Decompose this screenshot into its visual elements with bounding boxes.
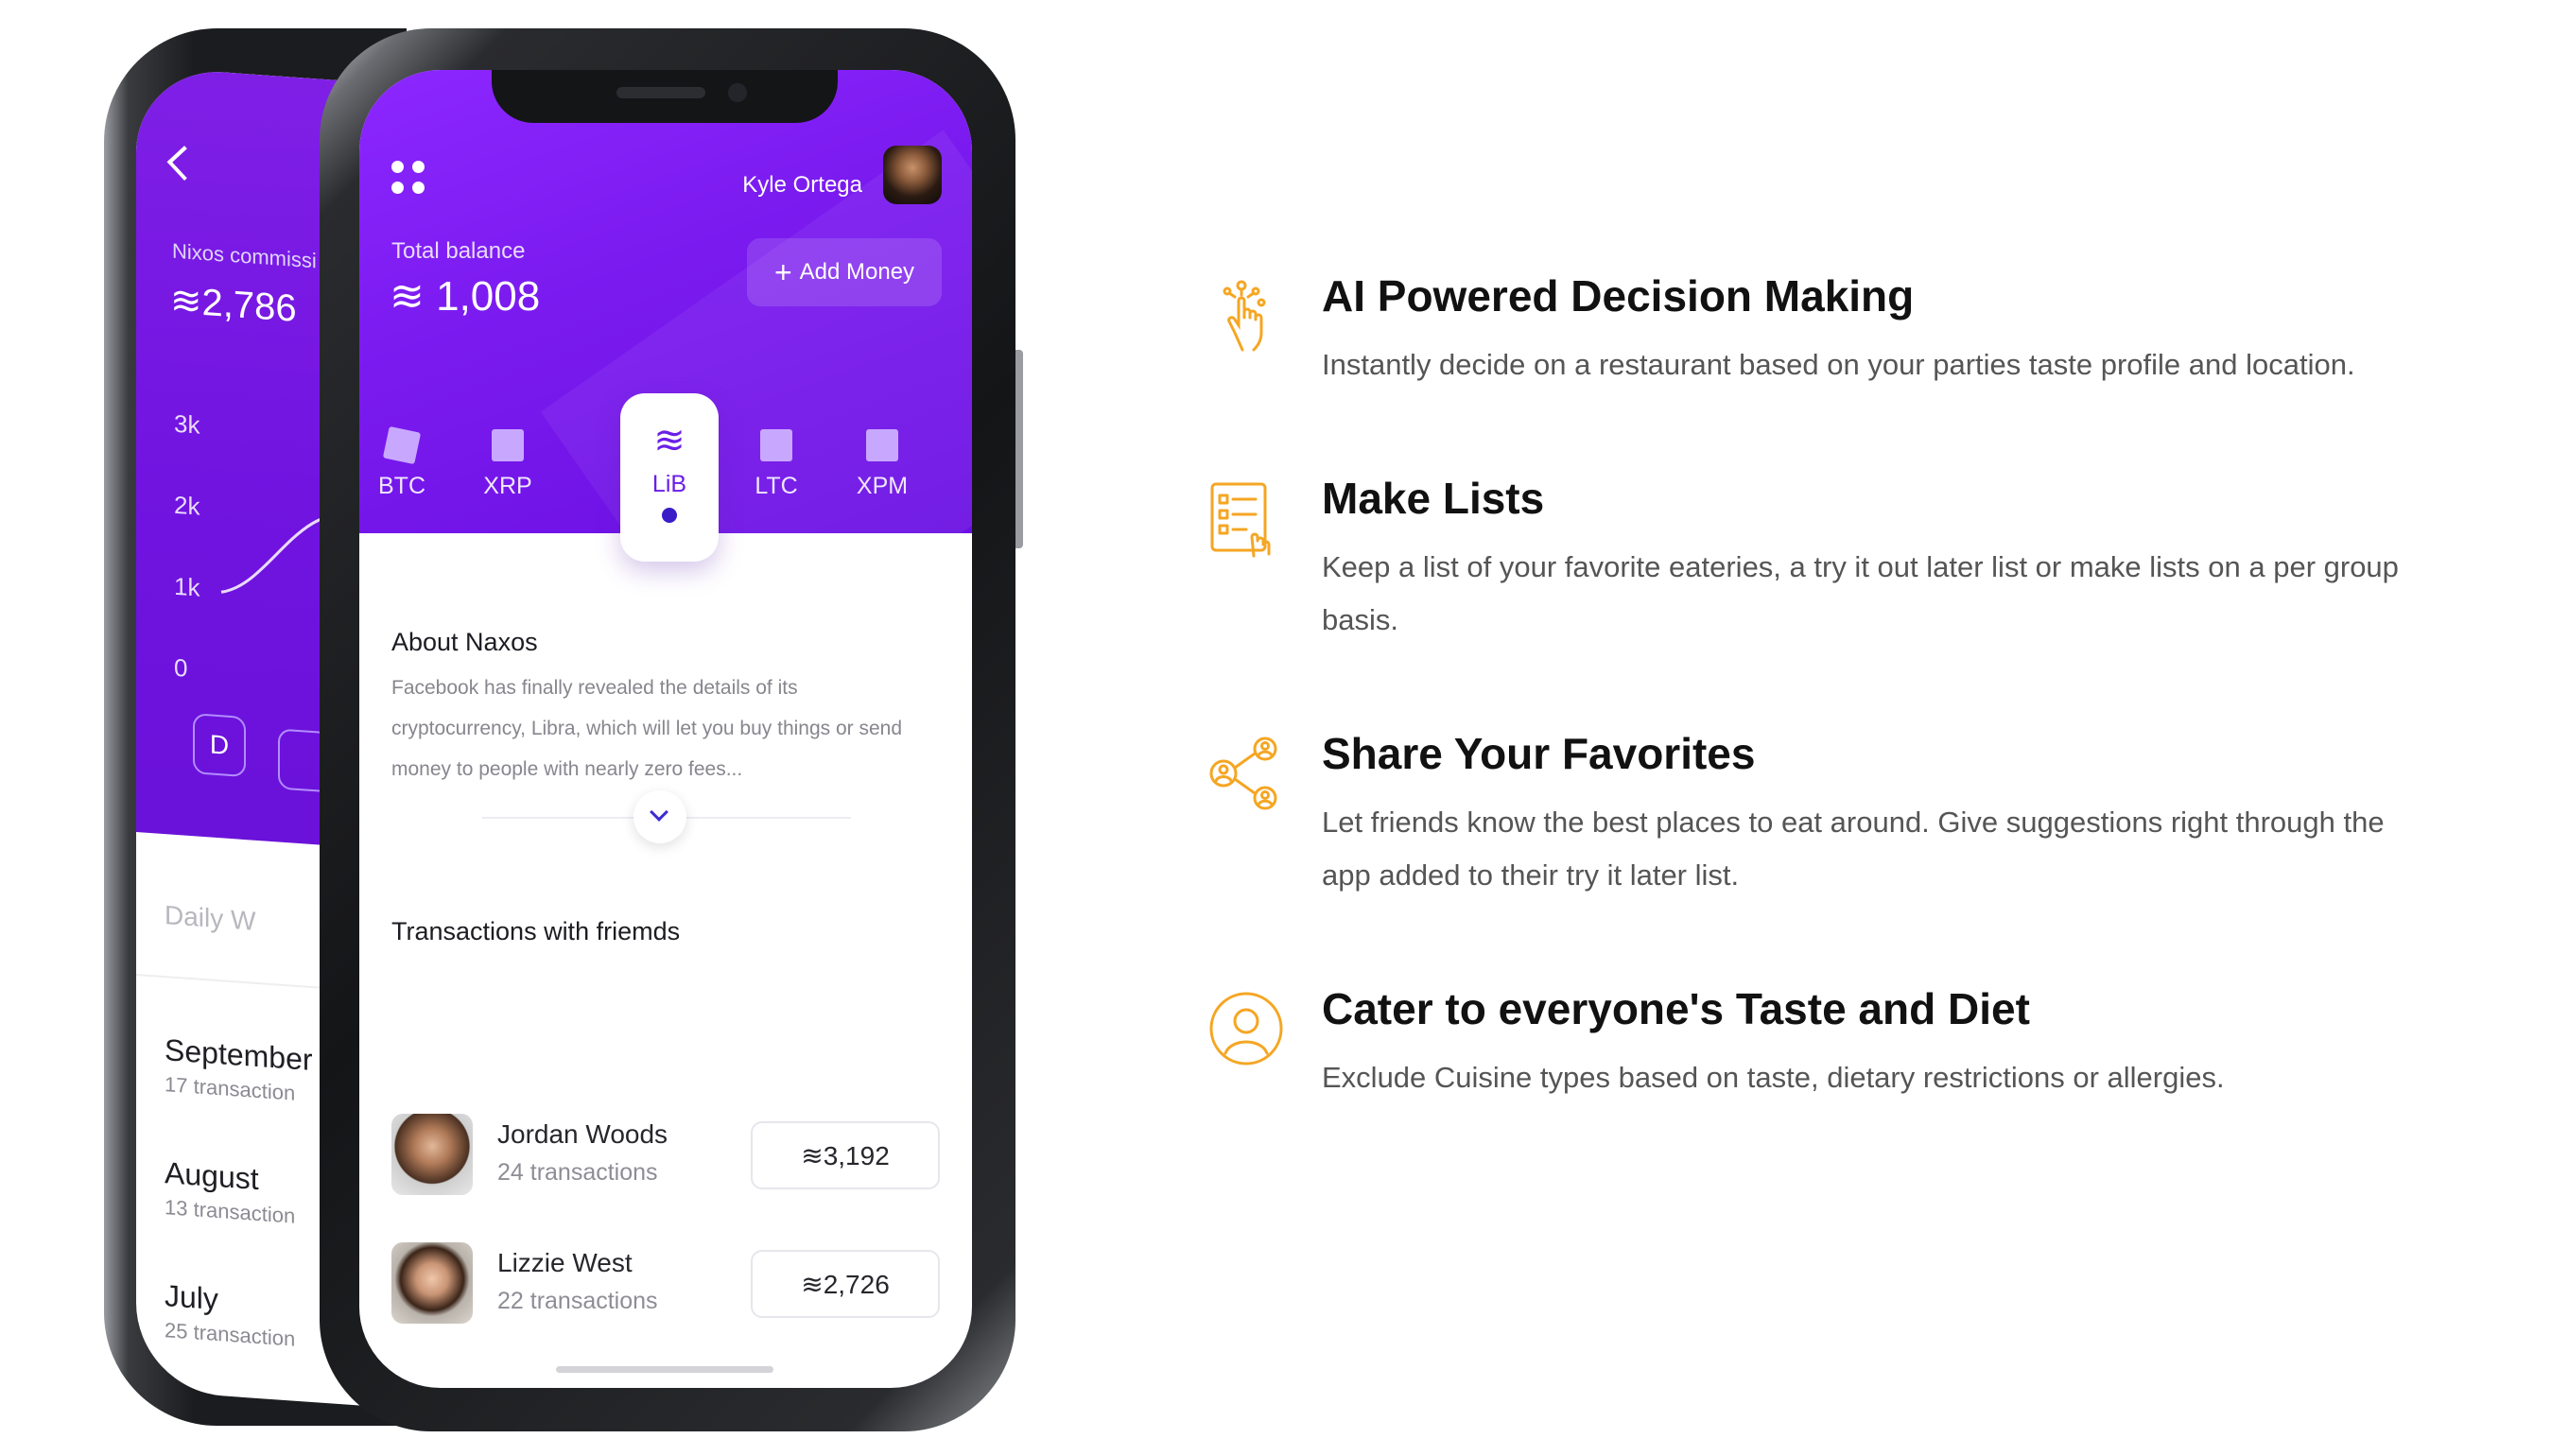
month-count: 13 transaction bbox=[165, 1195, 296, 1228]
coin-icon bbox=[492, 429, 524, 461]
month-count: 25 transaction bbox=[165, 1318, 296, 1351]
period-button-day[interactable]: D bbox=[193, 713, 246, 778]
user-circle-icon bbox=[1209, 992, 1283, 1066]
about-text: Facebook has finally revealed the detail… bbox=[391, 677, 903, 780]
transaction-amount: ≋3,192 bbox=[751, 1121, 940, 1189]
feature-title: AI Powered Decision Making bbox=[1322, 271, 1915, 321]
transaction-row[interactable]: Lizzie West 22 transactions ≋2,726 bbox=[391, 1242, 940, 1327]
coin-tab-xrp[interactable]: XRP bbox=[465, 429, 550, 500]
coin-label: LiB bbox=[651, 471, 687, 497]
coin-icon bbox=[866, 429, 898, 461]
coin-tab-ltc[interactable]: LTC bbox=[734, 429, 819, 500]
expand-chevron-button[interactable] bbox=[633, 790, 686, 843]
camera bbox=[728, 83, 747, 102]
coin-label: XPM bbox=[856, 473, 909, 499]
home-indicator bbox=[556, 1366, 773, 1373]
feature-description: Keep a list of your favorite eateries, a… bbox=[1322, 550, 2399, 636]
month-label: July bbox=[165, 1278, 218, 1317]
phone-notch bbox=[492, 70, 838, 123]
total-balance-label: Total balance bbox=[391, 238, 526, 264]
transactions-title: Transactions with friemds bbox=[391, 917, 681, 945]
feature-description: Exclude Cuisine types based on taste, di… bbox=[1322, 1061, 2225, 1094]
total-balance-value: ≋ 1,008 bbox=[390, 273, 541, 320]
axis-label: 2k bbox=[174, 490, 200, 521]
feature-description: Instantly decide on a restaurant based o… bbox=[1322, 348, 2355, 381]
feature-title: Share Your Favorites bbox=[1322, 729, 1756, 778]
coin-tab-lib[interactable]: ≋ LiB bbox=[620, 393, 719, 562]
hand-touch-icon bbox=[1223, 280, 1266, 352]
back-period-tabs[interactable]: Daily W bbox=[165, 900, 255, 937]
coin-label: LTC bbox=[755, 473, 798, 499]
coin-icon bbox=[760, 429, 792, 461]
friend-transactions: 22 transactions bbox=[497, 1288, 658, 1314]
feature-title: Cater to everyone's Taste and Diet bbox=[1322, 984, 2030, 1033]
friend-transactions: 24 transactions bbox=[497, 1159, 658, 1186]
friend-avatar bbox=[391, 1242, 473, 1324]
about-title: About Naxos bbox=[391, 628, 538, 656]
coin-tab-xpm[interactable]: XPM bbox=[840, 429, 925, 500]
share-people-icon bbox=[1209, 737, 1277, 810]
lib-icon: ≋ bbox=[653, 420, 685, 461]
chevron-down-icon bbox=[650, 803, 668, 822]
coin-icon bbox=[382, 425, 422, 465]
add-money-button[interactable]: + Add Money bbox=[747, 238, 942, 306]
month-count: 17 transaction bbox=[165, 1072, 296, 1105]
back-arrow-icon[interactable] bbox=[166, 146, 202, 181]
menu-grid-icon[interactable] bbox=[391, 161, 429, 199]
plus-icon: + bbox=[773, 255, 792, 289]
front-phone-mockup: Kyle Ortega Total balance ≋ 1,008 + Add … bbox=[320, 28, 1023, 1431]
commission-value: ≋2,786 bbox=[170, 279, 297, 330]
axis-label: 3k bbox=[174, 408, 200, 440]
add-money-label: Add Money bbox=[799, 259, 915, 285]
month-label: August bbox=[165, 1155, 259, 1197]
speaker bbox=[616, 87, 705, 98]
coin-label: XRP bbox=[483, 473, 532, 499]
feature-description: Let friends know the best places to eat … bbox=[1322, 806, 2385, 892]
side-button bbox=[1015, 350, 1023, 548]
friend-name: Lizzie West bbox=[497, 1248, 633, 1277]
front-phone-screen: Kyle Ortega Total balance ≋ 1,008 + Add … bbox=[359, 70, 972, 1388]
friend-avatar bbox=[391, 1114, 473, 1195]
transaction-row[interactable]: Jordan Woods 24 transactions ≋3,192 bbox=[391, 1114, 940, 1199]
avatar[interactable] bbox=[883, 146, 942, 204]
checklist-icon bbox=[1210, 482, 1271, 558]
friend-name: Jordan Woods bbox=[497, 1119, 668, 1149]
user-name: Kyle Ortega bbox=[742, 172, 862, 198]
month-label: September bbox=[165, 1032, 313, 1078]
header-shade bbox=[540, 130, 972, 691]
coin-tab-btc[interactable]: BTC bbox=[359, 425, 444, 500]
feature-title: Make Lists bbox=[1322, 474, 1545, 523]
commission-label: Nixos commissi bbox=[172, 238, 317, 273]
coin-label: BTC bbox=[378, 473, 425, 499]
axis-label: 1k bbox=[174, 571, 200, 602]
active-indicator bbox=[662, 508, 677, 523]
transaction-amount: ≋2,726 bbox=[751, 1250, 940, 1318]
axis-label: 0 bbox=[174, 652, 188, 683]
